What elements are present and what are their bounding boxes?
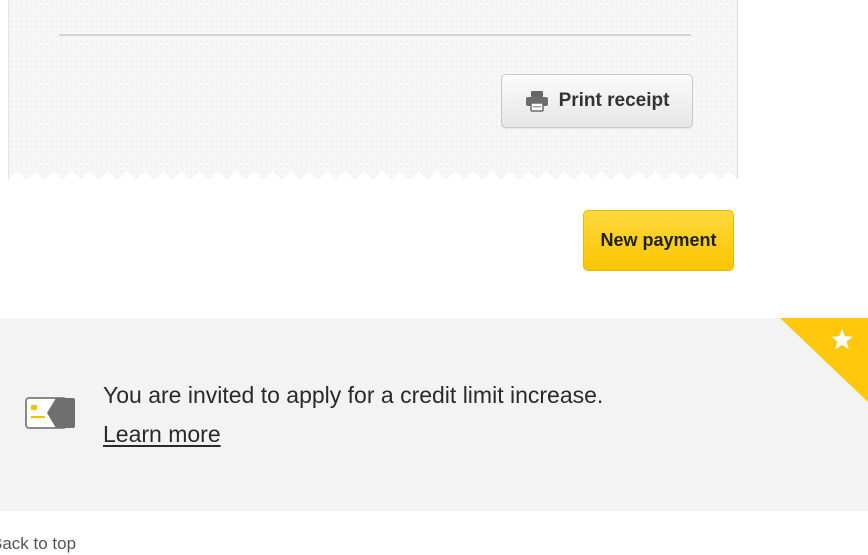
new-payment-label: New payment: [600, 230, 717, 250]
receipt-divider: [59, 34, 691, 36]
star-icon: [830, 328, 854, 352]
promo-message: You are invited to apply for a credit li…: [103, 382, 604, 408]
learn-more-link[interactable]: Learn more: [103, 420, 221, 448]
print-receipt-label: Print receipt: [558, 90, 670, 111]
credit-limit-banner: You are invited to apply for a credit li…: [0, 318, 868, 511]
new-payment-button[interactable]: New payment: [583, 210, 734, 271]
credit-card-icon: [25, 397, 77, 438]
print-receipt-button[interactable]: Print receipt: [501, 74, 693, 128]
back-to-top-link[interactable]: Back to top: [0, 534, 76, 554]
promo-corner-ribbon: [780, 318, 868, 402]
page-root: Print receipt New payment You are invite…: [0, 0, 868, 555]
printer-icon: [525, 90, 549, 112]
